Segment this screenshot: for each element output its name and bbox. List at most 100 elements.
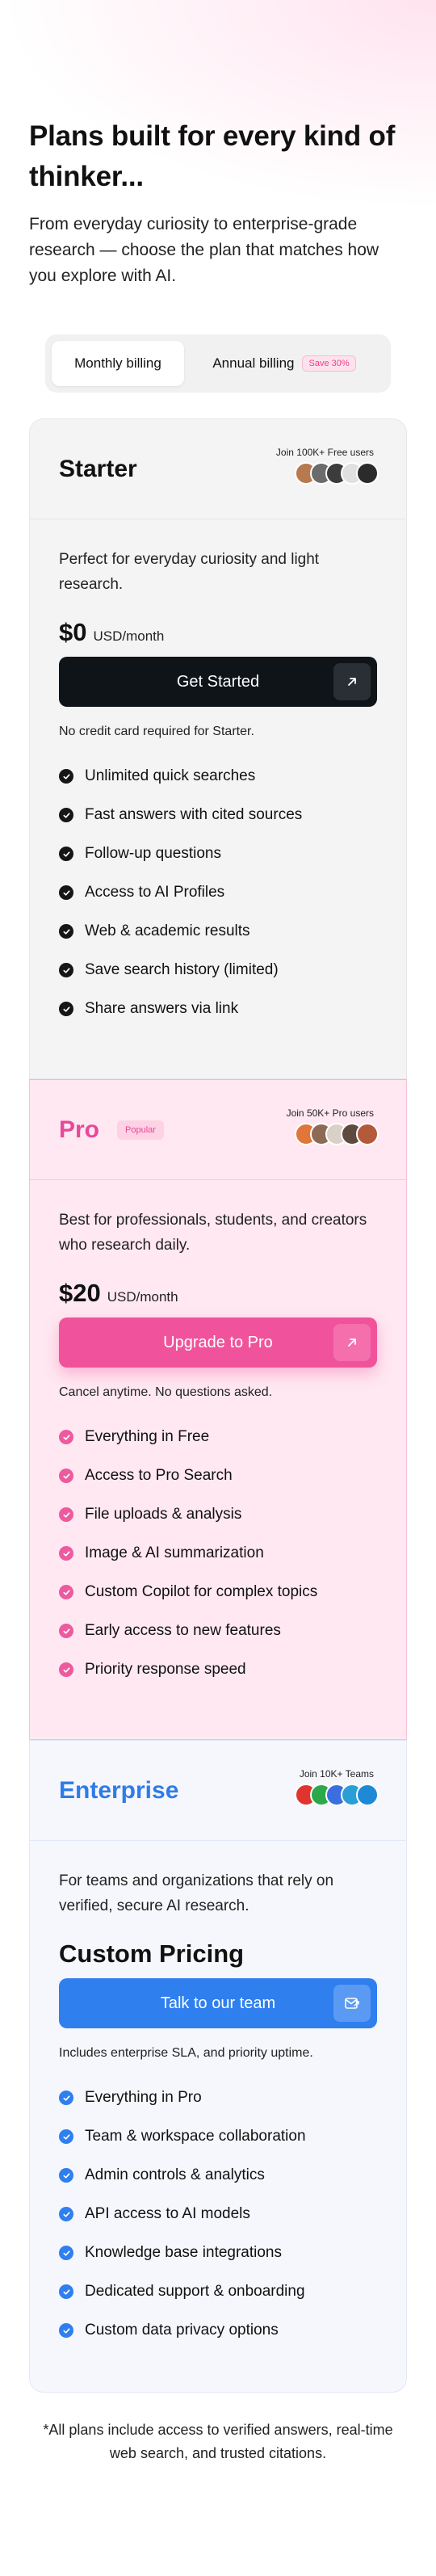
plan-description: For teams and organizations that rely on…	[59, 1872, 334, 1914]
feature-item: Save search history (limited)	[59, 951, 377, 990]
feature-item: Priority response speed	[59, 1650, 377, 1689]
feature-label: Everything in Pro	[85, 2089, 202, 2106]
check-icon	[59, 963, 73, 977]
feature-item: Knowledge base integrations	[59, 2234, 377, 2272]
check-icon	[59, 1430, 73, 1444]
feature-list: Everything in Free Access to Pro Search Fi…	[59, 1418, 377, 1689]
pro-plan-header: Pro Popular Join 50K+ Pro users	[30, 1080, 406, 1180]
billing-toggle: Monthly billing Annual billing Save 30%	[45, 334, 391, 393]
custom-pricing: Custom Pricing	[59, 1939, 245, 1968]
check-icon	[59, 1624, 73, 1638]
feature-label: Admin controls & analytics	[85, 2166, 265, 2183]
plan-description: Best for professionals, students, and cr…	[59, 1212, 367, 1254]
check-icon	[59, 847, 73, 861]
feature-item: File uploads & analysis	[59, 1495, 377, 1534]
avatar-group	[266, 1123, 379, 1145]
check-icon	[59, 1662, 73, 1677]
pro-plan-card: Pro Popular Join 50K+ Pro users Best for…	[29, 1079, 407, 1740]
feature-label: File uploads & analysis	[85, 1506, 242, 1523]
feature-item: Early access to new features	[59, 1612, 377, 1650]
feature-item: API access to AI models	[59, 2195, 377, 2234]
starter-plan-header: Starter Join 100K+ Free users	[30, 419, 406, 519]
check-icon	[59, 1507, 73, 1522]
annual-billing-label: Annual billing	[212, 355, 295, 371]
feature-label: Web & academic results	[85, 922, 250, 939]
feature-item: Team & workspace collaboration	[59, 2117, 377, 2156]
check-icon	[59, 769, 73, 784]
avatar	[356, 1123, 379, 1145]
feature-label: API access to AI models	[85, 2205, 250, 2222]
page-subtitle: From everyday curiosity to enterprise-gr…	[29, 215, 379, 285]
arrow-up-right-icon	[333, 1324, 371, 1361]
feature-item: Dedicated support & onboarding	[59, 2272, 377, 2311]
feature-label: Access to Pro Search	[85, 1467, 233, 1484]
feature-item: Access to AI Profiles	[59, 873, 377, 912]
feature-label: Unlimited quick searches	[85, 767, 256, 784]
check-icon	[59, 1002, 73, 1016]
plan-note: Cancel anytime. No questions asked.	[59, 1385, 273, 1399]
check-icon	[59, 2129, 73, 2144]
cta-label: Get Started	[176, 672, 260, 691]
check-icon	[59, 2091, 73, 2105]
feature-label: Access to AI Profiles	[85, 884, 225, 901]
feature-label: Custom Copilot for complex topics	[85, 1583, 318, 1600]
check-icon	[59, 1469, 73, 1483]
popular-badge: Popular	[117, 1120, 164, 1140]
user-count: Join 10K+ Teams	[266, 1768, 379, 1806]
enterprise-plan-card: Enterprise Join 10K+ Teams For teams and…	[29, 1740, 407, 2393]
feature-item: Web & academic results	[59, 912, 377, 951]
monthly-billing-tab[interactable]: Monthly billing	[52, 341, 184, 386]
enterprise-plan-header: Enterprise Join 10K+ Teams	[30, 1741, 406, 1841]
plan-note: Includes enterprise SLA, and priority up…	[59, 2046, 313, 2060]
feature-label: Knowledge base integrations	[85, 2244, 283, 2261]
feature-item: Image & AI summarization	[59, 1534, 377, 1573]
feature-item: Share answers via link	[59, 990, 377, 1028]
starter-plan-card: Starter Join 100K+ Free users Perfect fo…	[29, 418, 407, 1079]
plan-description: Perfect for everyday curiosity and light…	[59, 551, 320, 593]
check-icon	[59, 1585, 73, 1599]
plan-name: Enterprise	[59, 1776, 179, 1804]
check-icon	[59, 2284, 73, 2299]
feature-label: Team & workspace collaboration	[85, 2128, 306, 2145]
get-started-button[interactable]: Get Started	[59, 657, 377, 707]
feature-label: Fast answers with cited sources	[85, 806, 303, 823]
avatar-group	[266, 1784, 379, 1806]
feature-item: Everything in Free	[59, 1418, 377, 1456]
feature-list: Everything in Pro Team & workspace collab…	[59, 2078, 377, 2350]
feature-label: Save search history (limited)	[85, 961, 279, 978]
cta-label: Talk to our team	[160, 1994, 276, 2012]
arrow-up-right-icon	[333, 663, 371, 700]
talk-to-team-button[interactable]: Talk to our team	[59, 1978, 377, 2028]
avatar	[356, 1784, 379, 1806]
price-period: USD/month	[93, 628, 165, 644]
check-icon	[59, 924, 73, 939]
user-count-label: Join 50K+ Pro users	[286, 1107, 374, 1119]
feature-list: Unlimited quick searches Fast answers wit…	[59, 757, 377, 1028]
user-count: Join 100K+ Free users	[266, 447, 379, 485]
check-icon	[59, 885, 73, 900]
annual-billing-tab[interactable]: Annual billing Save 30%	[184, 341, 384, 386]
mail-icon	[333, 1985, 371, 2022]
upgrade-to-pro-button[interactable]: Upgrade to Pro	[59, 1317, 377, 1368]
pro-plan-body: Best for professionals, students, and cr…	[30, 1180, 406, 1721]
check-icon	[59, 2323, 73, 2338]
page-title: Plans built for every kind of thinker...	[29, 120, 396, 192]
price-amount: $20	[59, 1279, 101, 1307]
pricing-page: Plans built for every kind of thinker...…	[0, 0, 436, 2576]
check-icon	[59, 1546, 73, 1561]
feature-label: Dedicated support & onboarding	[85, 2283, 305, 2300]
feature-label: Everything in Free	[85, 1428, 210, 1445]
plan-note: No credit card required for Starter.	[59, 725, 254, 738]
feature-label: Early access to new features	[85, 1622, 281, 1639]
save-badge: Save 30%	[302, 355, 356, 372]
feature-label: Custom data privacy options	[85, 2322, 279, 2339]
plan-name: Pro	[59, 1116, 100, 1143]
check-icon	[59, 2168, 73, 2183]
feature-item: Unlimited quick searches	[59, 757, 377, 796]
avatar-group	[266, 462, 379, 485]
feature-item: Access to Pro Search	[59, 1456, 377, 1495]
enterprise-plan-body: For teams and organizations that rely on…	[30, 1841, 406, 2382]
feature-label: Share answers via link	[85, 1000, 239, 1017]
feature-item: Everything in Pro	[59, 2078, 377, 2117]
cta-label: Upgrade to Pro	[163, 1333, 273, 1351]
